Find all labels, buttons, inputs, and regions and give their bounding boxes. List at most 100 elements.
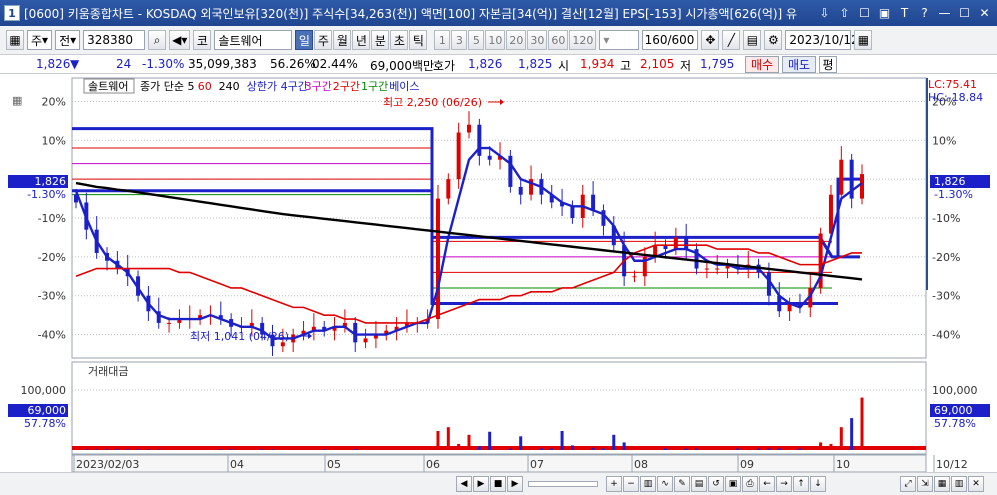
crosshair-icon[interactable]: ✥ (701, 30, 720, 50)
low-label: 저 (680, 59, 692, 73)
buy-button[interactable]: 매수 (745, 56, 779, 73)
chart-type-icon[interactable]: ▥ (640, 476, 656, 492)
compare-panel-icon[interactable]: ▥ (951, 476, 967, 492)
change-amount: 24 (116, 57, 132, 71)
window-button-5[interactable]: ? (916, 5, 933, 22)
volume-bar (333, 449, 337, 450)
close-panel-icon[interactable]: ✕ (968, 476, 984, 492)
scroll-left-icon[interactable]: ◀ (456, 476, 472, 492)
left-price-text: 1,826 (35, 175, 67, 188)
period-tab-5[interactable]: 초 (390, 30, 409, 50)
stop-icon[interactable]: ■ (490, 476, 506, 492)
bars-icon[interactable]: ▦ (934, 476, 950, 492)
right-scrollbar[interactable] (926, 78, 928, 290)
interval-button-120[interactable]: 120 (569, 30, 597, 50)
zoom-slider[interactable] (528, 481, 598, 487)
market-prefix-badge: 코 (193, 30, 212, 50)
volume-bar (819, 442, 823, 450)
expand-icon[interactable]: ⤢ (900, 476, 916, 492)
play-icon[interactable]: ▶ (507, 476, 523, 492)
interval-button-30[interactable]: 30 (527, 30, 548, 50)
zoom-in-icon[interactable]: + (606, 476, 622, 492)
window-button-4[interactable]: T (896, 5, 913, 22)
save-icon[interactable]: ▣ (725, 476, 741, 492)
period-tab-1[interactable]: 주 (314, 30, 333, 50)
high-price: 2,105 (640, 57, 675, 71)
volume-bar (146, 449, 150, 450)
calendar-icon[interactable]: ▦ (854, 30, 873, 50)
volume-bar (695, 448, 699, 450)
eval-button[interactable]: 평 (819, 56, 837, 73)
volume-bar (829, 443, 833, 450)
window-button-0[interactable]: ⇩ (816, 5, 833, 22)
up-arrow-icon[interactable]: ↑ (793, 476, 809, 492)
zoom-out-icon[interactable]: − (623, 476, 639, 492)
settings-icon[interactable]: ⚙ (764, 30, 783, 50)
sell-button[interactable]: 매도 (782, 56, 816, 73)
volume-bar (291, 449, 295, 450)
interval-button-60[interactable]: 60 (548, 30, 569, 50)
volume-bar (208, 449, 212, 450)
bid-price: 1,825 (518, 57, 553, 71)
layout-icon[interactable]: ▤ (691, 476, 707, 492)
chart-draw-icon[interactable]: ╱ (722, 30, 741, 50)
indicator-icon[interactable]: ∿ (657, 476, 673, 492)
volume-bar (508, 448, 512, 450)
right-arrow-icon[interactable]: → (776, 476, 792, 492)
volume-bar (601, 448, 605, 450)
stock-code-input[interactable]: 328380 (83, 30, 146, 50)
chart-area[interactable]: 솔트웨어 종가 단순 5 60 240 상한가 4구간 3구간 2구간 1구간 베이스 ▦ 2… (0, 74, 997, 473)
volume-bar (529, 446, 533, 450)
volume-bar (808, 448, 812, 450)
volume-bar (798, 448, 802, 450)
period-tab-0[interactable]: 일 (295, 30, 314, 50)
print-icon[interactable]: ⎙ (742, 476, 758, 492)
date-field[interactable]: 2023/10/12 (785, 30, 859, 50)
interval-button-3[interactable]: 3 (451, 30, 468, 50)
search-icon[interactable]: ⌕ (148, 30, 167, 50)
volume-bar (302, 449, 306, 450)
period-tab-3[interactable]: 년 (352, 30, 371, 50)
period-tab-6[interactable]: 틱 (409, 30, 428, 50)
volume-bar (767, 448, 771, 450)
grid-icon[interactable]: ▦ (6, 30, 24, 50)
price-chart-svg[interactable]: 솔트웨어 종가 단순 5 60 240 상한가 4구간3구간 2구간 1구간 베이스 ▦ 2… (0, 74, 997, 473)
fit-icon[interactable]: ⇲ (917, 476, 933, 492)
interval-button-1[interactable]: 1 (434, 30, 451, 50)
window-button-8[interactable]: ✕ (976, 5, 993, 22)
candle-body (167, 322, 172, 324)
stock-name-field[interactable]: 솔트웨어 (214, 30, 293, 50)
window-button-3[interactable]: ▣ (876, 5, 893, 22)
draw-tool-icon[interactable]: ✎ (674, 476, 690, 492)
scroll-right-icon[interactable]: ▶ (473, 476, 489, 492)
volume-bar (271, 449, 274, 450)
candle-body (435, 198, 440, 320)
period-tab-4[interactable]: 분 (371, 30, 390, 50)
window-button-1[interactable]: ⇧ (836, 5, 853, 22)
volume-bar (726, 448, 730, 450)
window-button-6[interactable]: — (936, 5, 953, 22)
interval-button-5[interactable]: 5 (468, 30, 485, 50)
down-arrow-icon[interactable]: ↓ (810, 476, 826, 492)
market-select[interactable]: 주 ▾ (27, 30, 53, 50)
speaker-icon[interactable]: ◀▾ (169, 30, 191, 50)
volume-bar (488, 431, 492, 450)
candle-body (684, 237, 689, 250)
window-button-7[interactable]: ☐ (956, 5, 973, 22)
compare-icon[interactable]: ▤ (743, 30, 762, 50)
left-arrow-icon[interactable]: ← (759, 476, 775, 492)
window-titlebar: 1 [0600] 키움종합차트 - KOSDAQ 외국인보유[320(천)] 주… (0, 0, 997, 26)
volume-bar (674, 448, 678, 450)
current-price: 1,826 (36, 57, 71, 71)
panel-settings-icon[interactable]: ▦ (12, 94, 22, 107)
count-field[interactable]: 160/600 (642, 30, 699, 50)
interval-input[interactable]: ▾ (599, 30, 640, 50)
period-tab-2[interactable]: 월 (333, 30, 352, 50)
interval-button-10[interactable]: 10 (485, 30, 506, 50)
volume-panel-title: 거래대금 (88, 365, 128, 378)
interval-button-20[interactable]: 20 (506, 30, 527, 50)
reset-icon[interactable]: ↺ (708, 476, 724, 492)
scope-select[interactable]: 전 ▾ (55, 30, 81, 50)
window-button-2[interactable]: ☐ (856, 5, 873, 22)
volume-bar (498, 447, 502, 450)
